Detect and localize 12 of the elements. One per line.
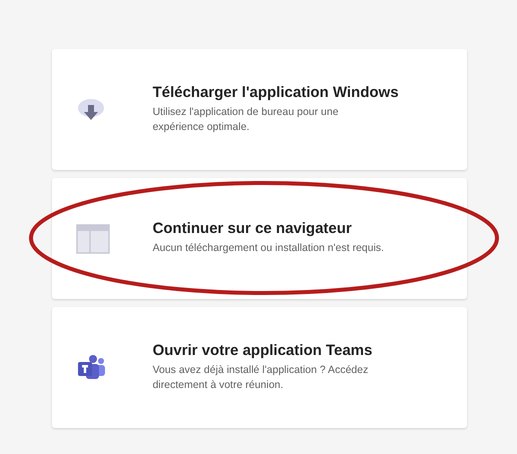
option-card[interactable]: Télécharger l'application Windows Utilisez l'application de bureau pour une expérience optimale. — [52, 49, 467, 170]
option-card[interactable]: Ouvrir votre application Teams Vous avez déjà installé l'application ? Accédez directement à votre réunion. — [52, 307, 467, 428]
cloud-download-icon — [76, 96, 106, 122]
option-card[interactable]: Continuer sur ce navigateur Aucun téléchargement ou installation n'est requis. — [52, 178, 467, 299]
option-description: Vous avez déjà installé l'application ? Accédez directement à votre réunion. — [152, 362, 370, 393]
option-title: Télécharger l'application Windows — [152, 84, 400, 101]
option-title: Ouvrir votre application Teams — [152, 342, 374, 359]
option-description: Utilisez l'application de bureau pour une expérience optimale. — [152, 104, 340, 135]
option-title: Continuer sur ce navigateur — [152, 220, 353, 238]
option-description: Aucun téléchargement ou installation n'est requis. — [152, 241, 385, 256]
browser-window-icon — [76, 224, 110, 254]
teams-logo-icon — [76, 354, 106, 382]
